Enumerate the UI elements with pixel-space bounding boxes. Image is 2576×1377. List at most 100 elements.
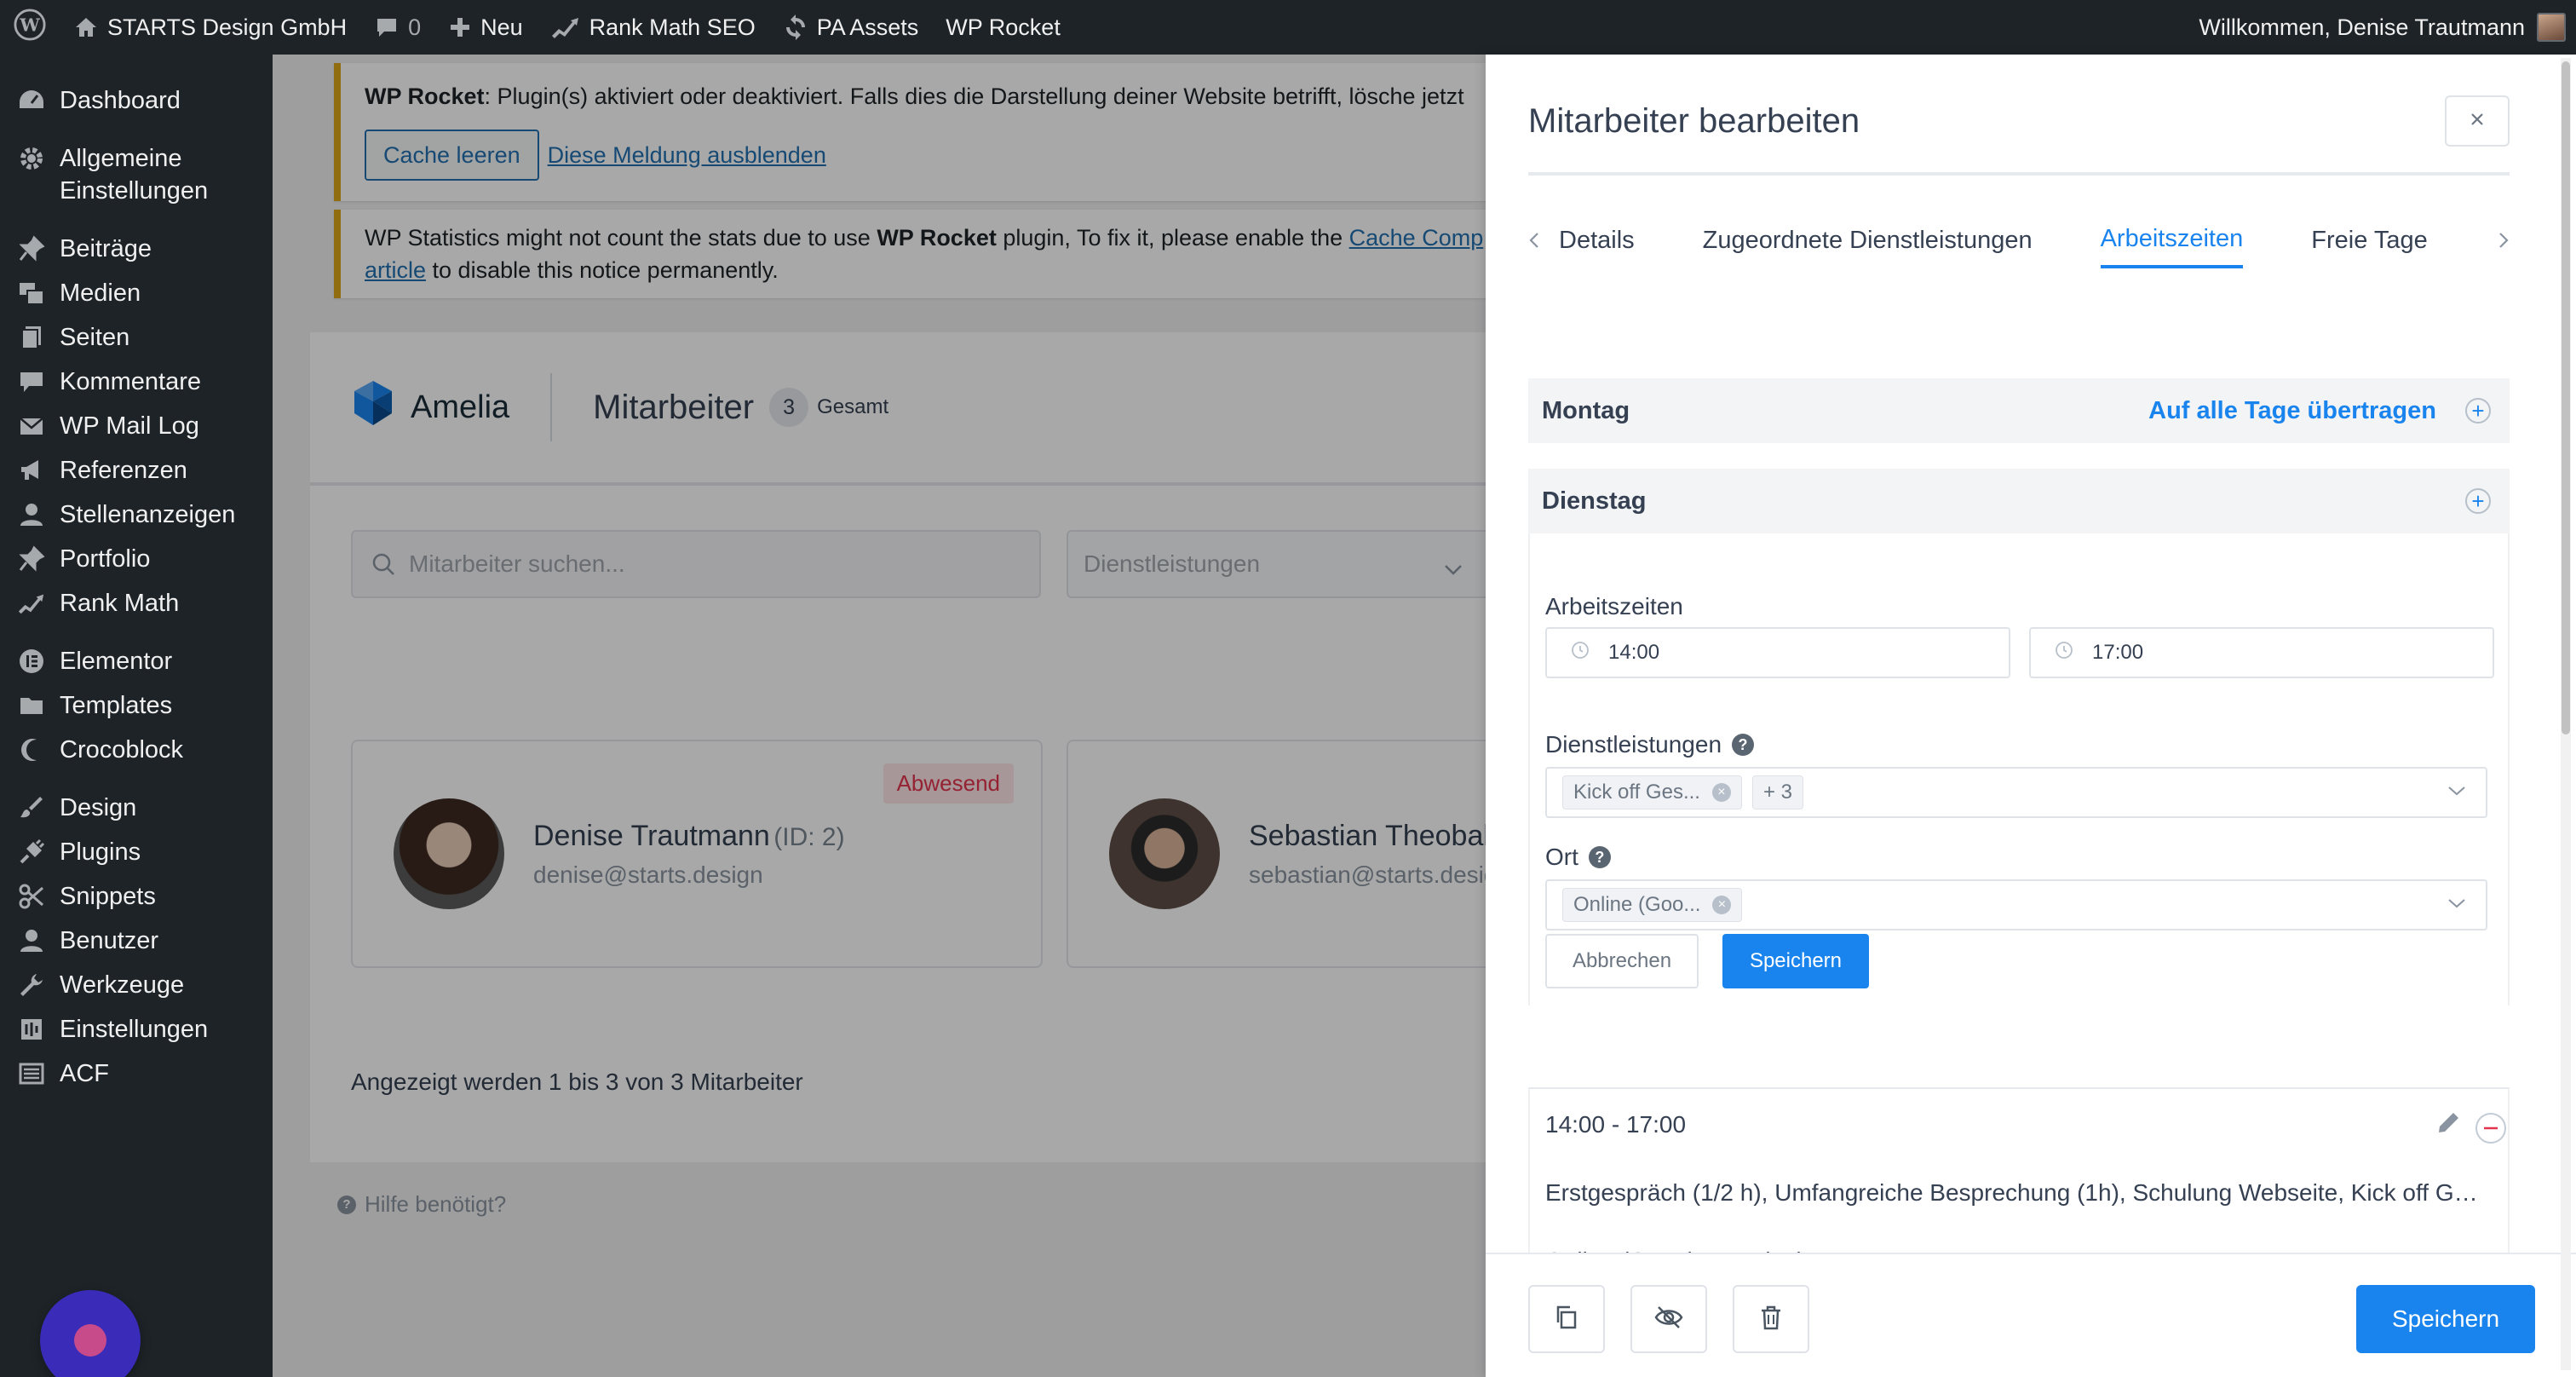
new-label: Neu [480,14,523,40]
period-time: 14:00 - 17:00 [1545,1111,1687,1138]
transfer-all-days-link[interactable]: Auf alle Tage übertragen [2148,397,2436,425]
end-time-input[interactable]: 17:00 [2029,627,2494,678]
wp-rocket-link[interactable]: WP Rocket [932,0,1074,55]
day-row-monday[interactable]: Montag Auf alle Tage übertragen + [1528,378,2510,443]
chevron-down-icon [2447,784,2467,802]
clock-icon [2055,641,2073,665]
location-multiselect[interactable]: Online (Goo... × [1545,879,2487,930]
day-label: Dienstag [1542,487,1647,515]
site-name: STARTS Design GmbH [107,14,348,40]
sidebar-item-label: Beiträge [60,235,152,262]
trash-icon [1758,1304,1784,1335]
sidebar-item-label: Snippets [60,883,156,910]
day-label: Montag [1542,396,1630,424]
account-menu[interactable]: Willkommen, Denise Trautmann [2185,0,2566,55]
copy-icon [1553,1304,1580,1335]
sidebar-item-plugins[interactable]: Plugins [0,830,273,874]
remove-period-icon[interactable] [2475,1113,2506,1144]
delete-button[interactable] [1733,1285,1809,1353]
tab-days-off[interactable]: Freie Tage [2311,227,2428,267]
sidebar-item-general-settings[interactable]: Allgemeine Einstellungen [0,136,273,213]
sidebar-item-tools[interactable]: Werkzeuge [0,963,273,1007]
sidebar-item-rank-math[interactable]: Rank Math [0,581,273,625]
hide-button[interactable] [1630,1285,1707,1353]
add-period-icon[interactable]: + [2465,488,2491,514]
sidebar-item-settings[interactable]: Einstellungen [0,1007,273,1051]
scrollbar-thumb[interactable] [2562,61,2570,735]
day-row-tuesday[interactable]: Dienstag + [1528,469,2510,533]
location-chip-label: Online (Goo... [1573,893,1701,916]
services-multiselect[interactable]: Kick off Ges... × + 3 [1545,767,2487,818]
sidebar-item-label: Elementor [60,648,173,675]
tab-details[interactable]: Details [1559,227,1635,267]
chevron-right-icon[interactable] [2498,231,2510,262]
new-content-link[interactable]: Neu [434,0,537,55]
duplicate-button[interactable] [1528,1285,1605,1353]
floating-record-button[interactable] [40,1290,141,1377]
modal-overlay[interactable] [273,55,1486,1377]
dashboard-icon [15,84,48,117]
sidebar-item-snippets[interactable]: Snippets [0,874,273,919]
sidebar-item-stellenanzeigen[interactable]: Stellenanzeigen [0,493,273,537]
media-icon [15,277,48,309]
sidebar-item-dashboard[interactable]: Dashboard [0,78,273,123]
worktime-label: Arbeitszeiten [1545,593,1683,619]
sidebar-item-wp-mail-log[interactable]: WP Mail Log [0,404,273,448]
comments-count: 0 [408,14,422,40]
sidebar-item-referenzen[interactable]: Referenzen [0,448,273,493]
comments-link[interactable]: 0 [360,0,434,55]
sidebar-item-pages[interactable]: Seiten [0,315,273,360]
sidebar-item-label: Rank Math [60,590,180,617]
help-icon[interactable]: ? [1588,846,1611,868]
add-period-icon[interactable]: + [2465,398,2491,423]
edit-pencil-icon[interactable] [2435,1109,2462,1141]
service-chip: Kick off Ges... × [1562,775,1742,809]
drawer-scrollbar[interactable] [2561,58,2571,1370]
save-period-button[interactable]: Speichern [1722,934,1869,988]
tab-working-hours[interactable]: Arbeitszeiten [2100,225,2244,268]
comment-icon [15,366,48,398]
sidebar-item-comments[interactable]: Kommentare [0,360,273,404]
start-time-input[interactable]: 14:00 [1545,627,2010,678]
remove-chip-icon[interactable]: × [1712,896,1732,914]
site-name-link[interactable]: STARTS Design GmbH [60,0,360,55]
wordpress-logo-button[interactable]: W [0,0,60,55]
rankmath-icon [15,587,48,619]
user-avatar [2537,13,2566,42]
sidebar-item-elementor[interactable]: Elementor [0,639,273,683]
tab-assigned-services[interactable]: Zugeordnete Dienstleistungen [1703,227,2033,267]
greeting-text: Willkommen, Denise Trautmann [2199,14,2525,40]
close-button[interactable] [2445,95,2510,147]
sidebar-item-media[interactable]: Medien [0,271,273,315]
admin-bar: W STARTS Design GmbH 0 Neu Rank Math SEO… [0,0,2576,55]
more-services-chip: + 3 [1751,775,1803,809]
sidebar-item-label: Templates [60,692,173,719]
sidebar-item-users[interactable]: Benutzer [0,919,273,963]
sidebar-item-templates[interactable]: Templates [0,683,273,728]
wp-rocket-label: WP Rocket [946,14,1061,40]
sidebar-item-posts[interactable]: Beiträge [0,227,273,271]
sidebar-item-label: Seiten [60,324,130,351]
chevron-left-icon[interactable] [1528,231,1540,262]
save-employee-button[interactable]: Speichern [2356,1285,2535,1353]
gear-icon [15,142,48,175]
rankmath-seo-link[interactable]: Rank Math SEO [537,0,769,55]
sidebar-item-label: Einstellungen [60,1016,209,1043]
remove-chip-icon[interactable]: × [1711,783,1731,802]
sidebar-item-crocoblock[interactable]: Crocoblock [0,728,273,772]
brush-icon [15,792,48,824]
services-label: Dienstleistungen [1545,731,1722,758]
rankmath-icon [550,15,581,39]
help-icon[interactable]: ? [1732,734,1755,756]
scissors-icon [15,880,48,913]
sidebar-item-acf[interactable]: ACF [0,1051,273,1096]
sidebar-item-design[interactable]: Design [0,786,273,830]
sidebar-item-label: Stellenanzeigen [60,501,236,528]
sidebar-item-portfolio[interactable]: Portfolio [0,537,273,581]
service-chip-label: Kick off Ges... [1573,781,1700,804]
cancel-button[interactable]: Abbrechen [1545,934,1699,988]
user-icon [15,498,48,531]
elementor-icon [15,645,48,677]
pa-assets-link[interactable]: PA Assets [769,0,933,55]
home-icon [73,14,99,40]
